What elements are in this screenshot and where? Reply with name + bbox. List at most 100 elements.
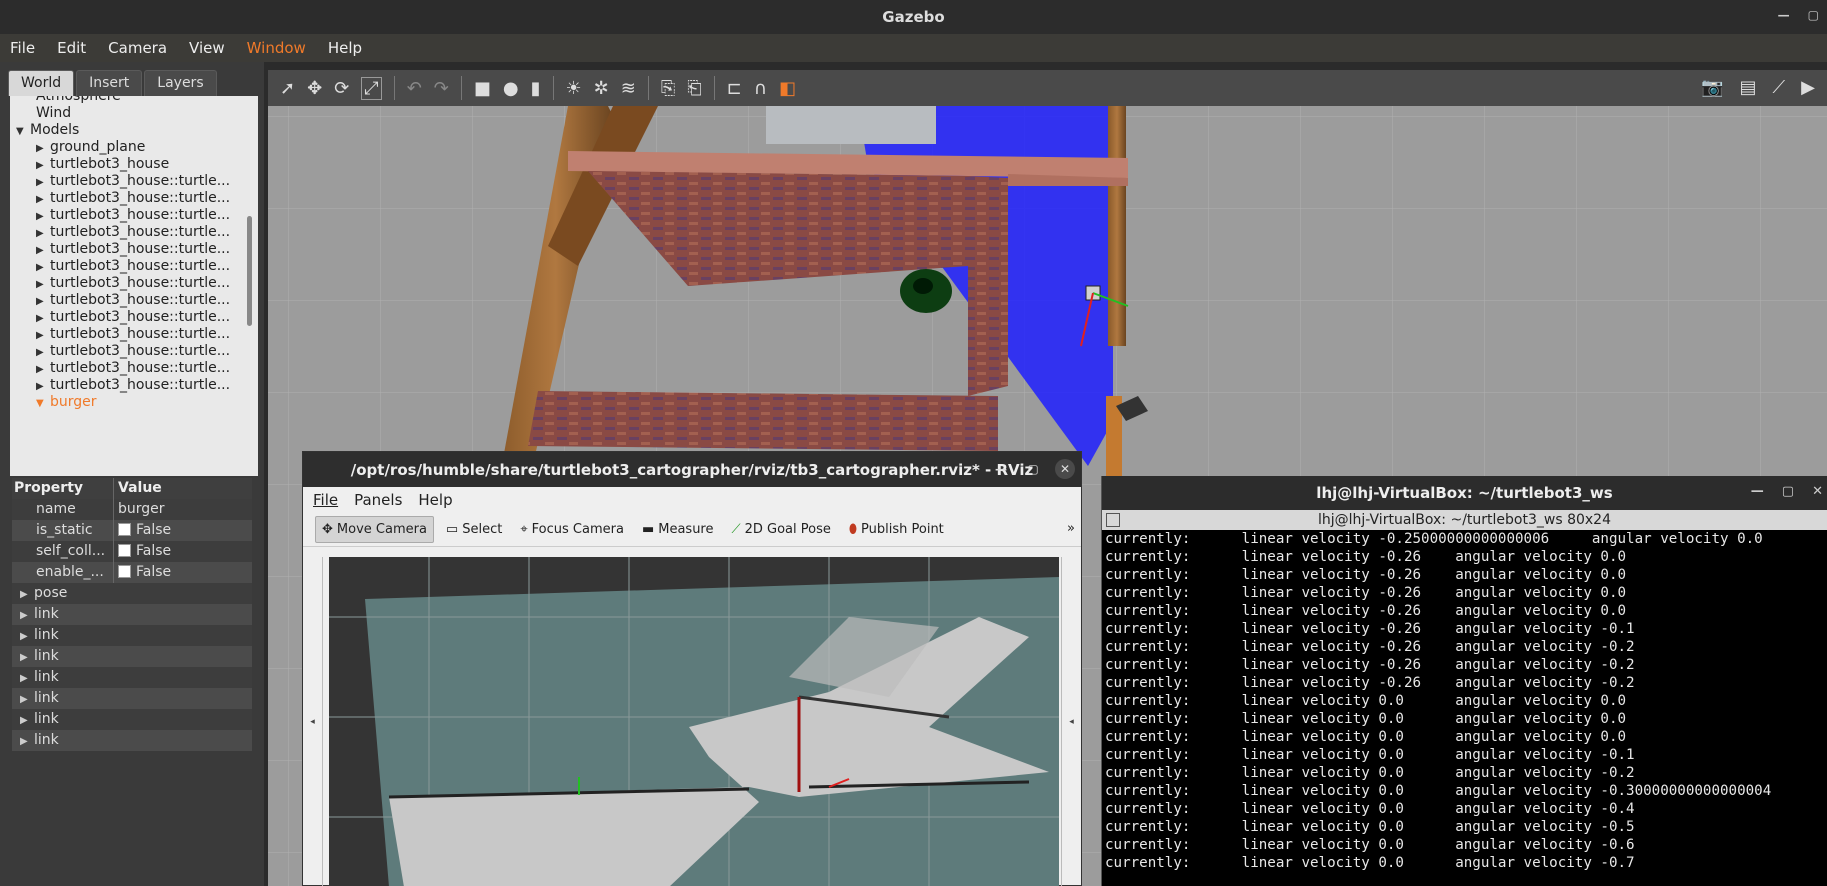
close-icon[interactable]: ✕ xyxy=(1812,484,1823,499)
screenshot-icon[interactable]: 📷 xyxy=(1701,77,1723,98)
property-value-cell[interactable]: False xyxy=(114,520,252,541)
maximize-icon[interactable]: ▢ xyxy=(1782,484,1794,499)
chevron-right-icon[interactable]: ▶ xyxy=(36,191,50,208)
property-value-cell[interactable]: False xyxy=(114,541,252,562)
minimize-icon[interactable]: — xyxy=(1751,484,1764,499)
chevron-right-icon[interactable]: ▶ xyxy=(36,225,50,242)
tree-item-models[interactable]: ▼ Models xyxy=(10,122,258,139)
chevron-right-icon[interactable]: ▶ xyxy=(36,327,50,344)
property-section-link[interactable]: ▶ link xyxy=(12,667,252,688)
chevron-right-icon[interactable]: ▶ xyxy=(20,689,34,710)
tool-move-camera[interactable]: ✥ Move Camera xyxy=(315,516,434,543)
chevron-right-icon[interactable]: ▶ xyxy=(36,310,50,327)
tree-item-model[interactable]: ▶ turtlebot3_house::turtle... xyxy=(10,241,258,258)
chevron-right-icon[interactable]: ▶ xyxy=(36,361,50,378)
tree-item-burger[interactable]: ▼ burger xyxy=(10,394,258,411)
tab-layers[interactable]: Layers xyxy=(144,70,217,96)
chevron-right-icon[interactable]: ▶ xyxy=(36,174,50,191)
maximize-icon[interactable]: ▢ xyxy=(1023,459,1043,479)
log-icon[interactable]: ▤ xyxy=(1740,77,1757,98)
tool-publish-point[interactable]: ⬮ Publish Point xyxy=(843,517,950,542)
checkbox[interactable] xyxy=(118,564,131,578)
tab-world[interactable]: World xyxy=(8,70,75,96)
property-section-link[interactable]: ▶ link xyxy=(12,730,252,751)
spot-light-icon[interactable]: ✲ xyxy=(594,78,609,99)
translate-icon[interactable]: ✥ xyxy=(307,78,322,99)
menu-camera[interactable]: Camera xyxy=(108,39,167,57)
copy-icon[interactable]: ⎘ xyxy=(661,78,675,99)
minimize-icon[interactable]: — xyxy=(1778,8,1790,22)
paste-icon[interactable]: ⎗ xyxy=(687,78,701,99)
property-section-link[interactable]: ▶ link xyxy=(12,646,252,667)
right-collapse-handle[interactable]: ◂ xyxy=(1061,557,1081,886)
chevron-down-icon[interactable]: ▼ xyxy=(36,395,50,412)
tree-item-wind[interactable]: Wind xyxy=(10,105,258,122)
point-light-icon[interactable]: ☀ xyxy=(566,78,582,99)
tree-item-model[interactable]: ▶ ground_plane xyxy=(10,139,258,156)
tree-item-model[interactable]: ▶ turtlebot3_house::turtle... xyxy=(10,377,258,394)
tool-measure[interactable]: ▬ Measure xyxy=(636,517,720,542)
close-icon[interactable]: ✕ xyxy=(1055,459,1075,479)
tree-item-model[interactable]: ▶ turtlebot3_house::turtle... xyxy=(10,275,258,292)
toolbar-overflow-icon[interactable]: » xyxy=(1067,521,1075,536)
select-arrow-icon[interactable]: ➚ xyxy=(280,78,295,99)
left-collapse-handle[interactable]: ◂ xyxy=(303,557,323,886)
chevron-down-icon[interactable]: ▼ xyxy=(16,123,30,140)
tree-item-atmosphere[interactable]: Atmosphere xyxy=(10,96,258,105)
tree-item-model[interactable]: ▶ turtlebot3_house::turtle... xyxy=(10,360,258,377)
chevron-right-icon[interactable]: ▶ xyxy=(36,344,50,361)
plot-icon[interactable]: ⟋ xyxy=(1773,77,1786,98)
maximize-icon[interactable]: ▢ xyxy=(1808,8,1819,22)
rviz-menu-help[interactable]: Help xyxy=(418,491,452,509)
view-angle-icon[interactable]: ◧ xyxy=(779,78,796,99)
cylinder-icon[interactable]: ▮ xyxy=(531,78,541,99)
tree-item-model[interactable]: ▶ turtlebot3_house::turtle... xyxy=(10,207,258,224)
align-icon[interactable]: ⊏ xyxy=(727,78,742,99)
chevron-right-icon[interactable]: ▶ xyxy=(20,668,34,689)
tool-focus-camera[interactable]: ⌖ Focus Camera xyxy=(514,517,630,542)
chevron-right-icon[interactable]: ▶ xyxy=(36,276,50,293)
menu-edit[interactable]: Edit xyxy=(57,39,86,57)
property-section-link[interactable]: ▶ link xyxy=(12,625,252,646)
redo-icon[interactable]: ↷ xyxy=(434,78,449,99)
rviz-menu-file[interactable]: File xyxy=(313,491,338,509)
rviz-map-view[interactable] xyxy=(329,557,1059,886)
checkbox[interactable] xyxy=(118,543,131,557)
chevron-right-icon[interactable]: ▶ xyxy=(36,378,50,395)
tree-item-model[interactable]: ▶ turtlebot3_house::turtle... xyxy=(10,309,258,326)
menu-file[interactable]: File xyxy=(10,39,35,57)
terminal-output[interactable]: currently: linear velocity -0.2500000000… xyxy=(1102,530,1827,872)
rotate-icon[interactable]: ⟳ xyxy=(334,78,349,99)
tree-item-model[interactable]: ▶ turtlebot3_house::turtle... xyxy=(10,173,258,190)
menu-view[interactable]: View xyxy=(189,39,225,57)
chevron-right-icon[interactable]: ▶ xyxy=(36,259,50,276)
chevron-right-icon[interactable]: ▶ xyxy=(20,605,34,626)
terminal-tab-icon[interactable] xyxy=(1106,513,1120,527)
property-section-link[interactable]: ▶ link xyxy=(12,709,252,730)
rviz-menu-panels[interactable]: Panels xyxy=(354,491,402,509)
tree-item-model[interactable]: ▶ turtlebot3_house::turtle... xyxy=(10,224,258,241)
chevron-right-icon[interactable]: ▶ xyxy=(20,731,34,752)
sphere-icon[interactable]: ● xyxy=(503,78,519,99)
tool-2d-goal-pose[interactable]: ⟋ 2D Goal Pose xyxy=(725,517,836,542)
property-section-link[interactable]: ▶ link xyxy=(12,688,252,709)
minimize-icon[interactable]: — xyxy=(991,459,1011,479)
chevron-right-icon[interactable]: ▶ xyxy=(36,157,50,174)
video-icon[interactable]: ▶ xyxy=(1801,77,1815,98)
tree-item-model[interactable]: ▶ turtlebot3_house::turtle... xyxy=(10,292,258,309)
chevron-right-icon[interactable]: ▶ xyxy=(36,208,50,225)
chevron-right-icon[interactable]: ▶ xyxy=(36,242,50,259)
property-section-link[interactable]: ▶ link xyxy=(12,604,252,625)
box-icon[interactable]: ■ xyxy=(474,78,491,99)
chevron-right-icon[interactable]: ▶ xyxy=(20,584,34,605)
property-value-cell[interactable]: False xyxy=(114,562,252,583)
chevron-right-icon[interactable]: ▶ xyxy=(20,647,34,668)
undo-icon[interactable]: ↶ xyxy=(407,78,422,99)
tree-item-model[interactable]: ▶ turtlebot3_house::turtle... xyxy=(10,190,258,207)
tree-item-model[interactable]: ▶ turtlebot3_house::turtle... xyxy=(10,326,258,343)
checkbox[interactable] xyxy=(118,522,131,536)
tab-insert[interactable]: Insert xyxy=(76,70,143,96)
menu-help[interactable]: Help xyxy=(328,39,362,57)
chevron-right-icon[interactable]: ▶ xyxy=(20,710,34,731)
property-section-pose[interactable]: ▶ pose xyxy=(12,583,252,604)
